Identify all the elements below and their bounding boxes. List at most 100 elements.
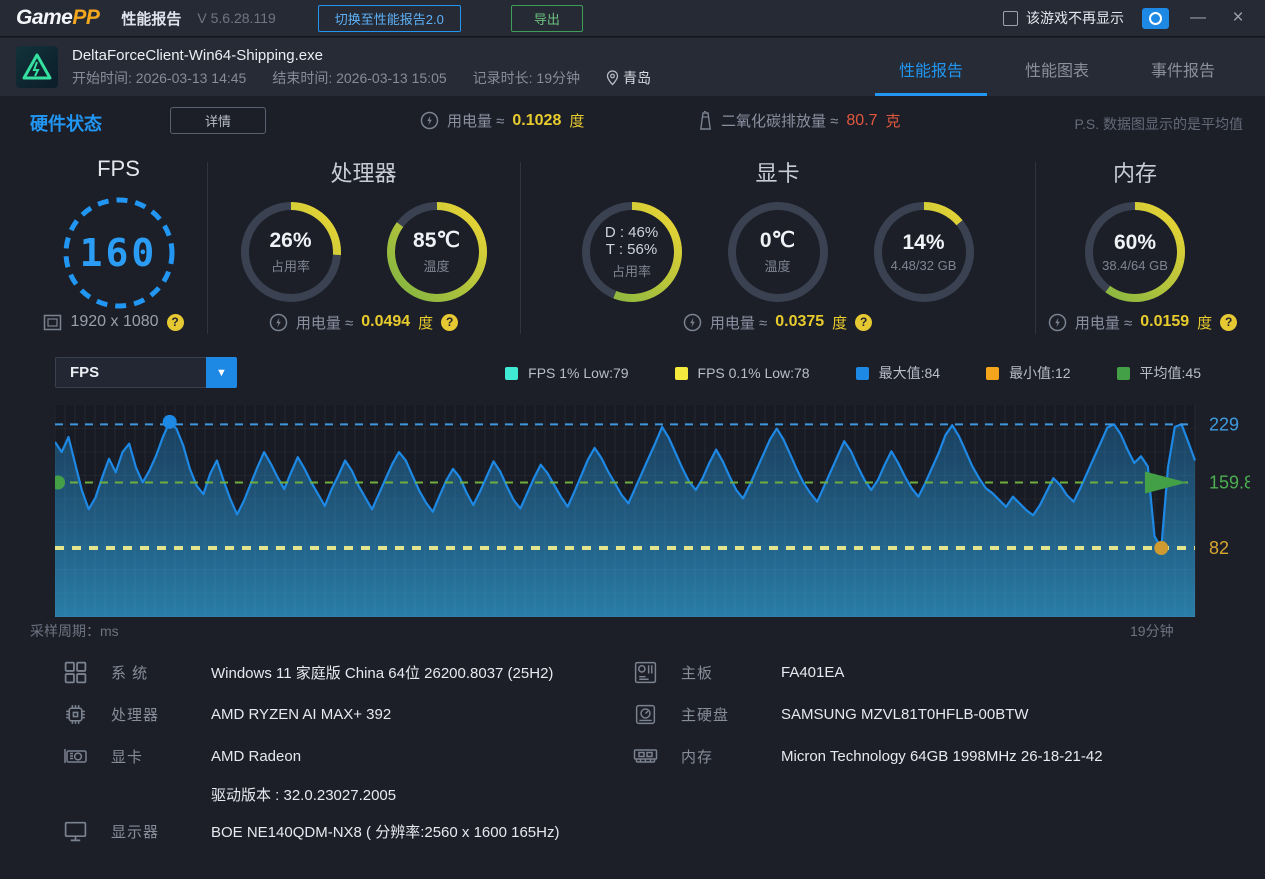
location-label: 青岛 [623,68,651,88]
gpu-gauge-2: 14% 4.48/32 GB [872,200,976,304]
fps-section-title: FPS [30,156,207,182]
system-info-row: 处理器 AMD RYZEN AI MAX+ 392 [62,693,627,735]
switch-report-2-button[interactable]: 切换至性能报告2.0 [318,5,461,32]
cpu-power-row: 用电量 ≈0.0494度? [207,309,520,335]
legend-label: 最小值:12 [1009,363,1070,383]
gpu-power-row: 用电量 ≈0.0375度? [520,309,1035,335]
gpu-gauge-0: D : 46%T : 56%占用率 [580,200,684,304]
resolution-icon [43,314,62,331]
ps-note: P.S. 数据图显示的是平均值 [1074,114,1243,134]
co2-chimney-icon [698,111,713,131]
memory-power-row: 用电量 ≈0.0159度? [1035,309,1250,335]
help-icon[interactable]: ? [441,314,458,331]
legend-label: FPS 1% Low:79 [528,365,628,381]
driver-version: 驱动版本 : 32.0.23027.2005 [211,784,396,805]
app-version: V 5.6.28.119 [197,10,275,26]
system-info-right: 主板FA401EA 主硬盘 SAMSUNG MZVL81T0HFLB-00BTW 内存… [632,651,1257,777]
info-value: BOE NE140QDM-NX8 ( 分辨率:2560 x 1600 165Hz… [211,821,559,842]
detail-button[interactable]: 详情 [170,107,266,134]
minimize-button[interactable]: — [1187,8,1209,28]
gauge-value: 0℃ [760,229,795,253]
help-icon[interactable]: ? [167,314,184,331]
gpu-section-title: 显卡 [520,156,1035,188]
gauge-value: 14% [902,231,944,255]
system-info-row: 主硬盘 SAMSUNG MZVL81T0HFLB-00BTW [632,693,1257,735]
screenshot-camera-icon[interactable] [1142,8,1169,29]
close-button[interactable]: × [1227,8,1249,28]
end-time: 结束时间: 2026-03-13 15:05 [272,68,446,88]
info-label: 显示器 [111,821,189,842]
system-info-row: 显卡 AMD Radeon [62,735,627,777]
cpu-section: 处理器 26%占用率85℃温度 [207,152,520,304]
fps-value: 160 [60,194,178,312]
power-unit: 度 [1197,312,1212,333]
info-value: AMD RYZEN AI MAX+ 392 [211,706,391,723]
power-icon [420,111,439,130]
cpu-section-title: 处理器 [207,156,520,188]
mem-gauge-0: 60%38.4/64 GB [1083,200,1187,304]
fps-gauge: 160 [60,194,178,312]
info-value: Windows 11 家庭版 China 64位 26200.8037 (25H… [211,662,553,683]
tab-performance-chart[interactable]: 性能图表 [1025,57,1089,96]
report-tabs: 性能报告 性能图表 事件报告 [899,38,1249,96]
game-exe-name: DeltaForceClient-Win64-Shipping.exe [72,47,651,64]
metric-dropdown[interactable]: FPS ▼ [55,357,237,388]
chevron-down-icon[interactable]: ▼ [206,357,237,388]
legend-label: 平均值:45 [1140,363,1201,383]
system-info-left: 系 统 Windows 11 家庭版 China 64位 26200.8037 (… [62,651,627,851]
title-bar: GamePP 性能报告 V 5.6.28.119 切换至性能报告2.0 导出 该… [0,0,1265,37]
info-label: 主硬盘 [681,704,759,725]
monitor-icon [62,818,89,844]
location-row: 青岛 [606,68,651,88]
gpu-gauge-1: 0℃温度 [726,200,830,304]
export-button[interactable]: 导出 [511,5,583,32]
co2-metric: 二氧化碳排放量 ≈ 80.7 克 [698,110,901,131]
power-label: 用电量 ≈ [1075,312,1132,333]
gauge-sublabel: 4.48/32 GB [891,258,957,273]
svg-text:159.88: 159.88 [1209,472,1250,492]
power-label: 用电量 ≈ [296,312,353,333]
legend-swatch [1117,367,1130,380]
svg-text:82: 82 [1209,538,1229,558]
help-icon[interactable]: ? [1220,314,1237,331]
info-label: 显卡 [111,746,189,767]
report-header: DeltaForceClient-Win64-Shipping.exe 开始时间… [0,38,1265,96]
info-label: 系 统 [111,662,189,683]
disk-icon [632,701,659,727]
info-label: 内存 [681,746,759,767]
legend-item-1: FPS 0.1% Low:78 [675,365,810,381]
fps-chart: 229159.8882 [55,405,1250,617]
location-pin-icon [606,70,619,86]
info-value: SAMSUNG MZVL81T0HFLB-00BTW [781,706,1029,723]
tab-performance-report[interactable]: 性能报告 [899,57,963,96]
hardware-status-title: 硬件状态 [30,110,102,136]
hide-game-checkbox[interactable] [1003,11,1018,26]
gauge-value: 85℃ [413,229,460,253]
info-value: AMD Radeon [211,748,301,765]
system-info-row: 主板FA401EA [632,651,1257,693]
total-power-metric: 用电量 ≈ 0.1028 度 [420,110,584,131]
legend-swatch [675,367,688,380]
fps-section: FPS 160 [30,152,207,312]
help-icon[interactable]: ? [855,314,872,331]
legend-label: 最大值:84 [879,363,940,383]
memory-section: 内存 60%38.4/64 GB [1035,152,1265,304]
tab-event-report[interactable]: 事件报告 [1151,57,1215,96]
system-info-subrow: 驱动版本 : 32.0.23027.2005 [62,777,627,811]
co2-value: 80.7 [846,112,877,130]
power-label: 用电量 ≈ [710,312,767,333]
legend-item-2: 最大值:84 [856,363,940,383]
gauge-sublabel: 温度 [423,256,449,275]
system-info-row: 显示器 BOE NE140QDM-NX8 ( 分辨率:2560 x 1600 16… [62,811,627,851]
power-icon [683,313,702,332]
gauge-value: 26% [269,229,311,253]
info-label: 处理器 [111,704,189,725]
hide-game-checkbox-row[interactable]: 该游戏不再显示 [1003,8,1124,28]
start-time: 开始时间: 2026-03-13 14:45 [72,68,246,88]
legend-swatch [986,367,999,380]
power-icon [269,313,288,332]
game-icon [16,46,58,88]
info-value: Micron Technology 64GB 1998MHz 26-18-21-… [781,748,1103,765]
power-value: 0.0494 [361,313,410,331]
gamepp-logo: GamePP [16,6,99,30]
